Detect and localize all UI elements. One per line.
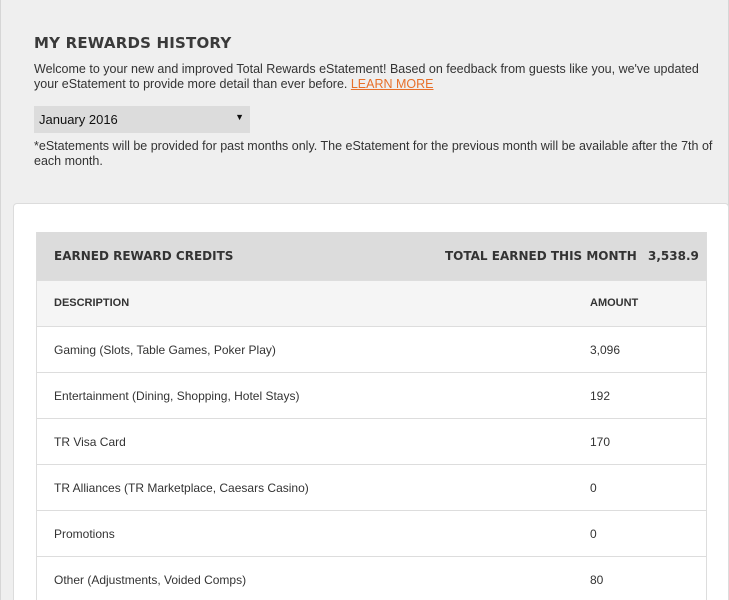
- row-description: Other (Adjustments, Voided Comps): [54, 573, 247, 587]
- table-row: Entertainment (Dining, Shopping, Hotel S…: [37, 372, 706, 418]
- table-row: Promotions 0: [37, 510, 706, 556]
- row-amount: 170: [590, 435, 611, 449]
- earned-credits-table: EARNED REWARD CREDITS TOTAL EARNED THIS …: [36, 232, 707, 600]
- row-description: Gaming (Slots, Table Games, Poker Play): [54, 343, 276, 357]
- table-row: TR Visa Card 170: [37, 418, 706, 464]
- total-earned-value: 3,538.9: [648, 249, 699, 263]
- rewards-history-page: MY REWARDS HISTORY Welcome to your new a…: [0, 0, 729, 600]
- column-header-amount: AMOUNT: [590, 297, 639, 309]
- estatement-note: *eStatements will be provided for past m…: [34, 139, 713, 168]
- month-select[interactable]: January 2016 ▼: [34, 106, 250, 133]
- row-amount: 0: [590, 481, 597, 495]
- earned-credits-header: EARNED REWARD CREDITS TOTAL EARNED THIS …: [37, 232, 706, 280]
- row-description: TR Visa Card: [54, 435, 126, 449]
- total-earned-label: TOTAL EARNED THIS MONTH: [445, 249, 637, 263]
- intro-text: Welcome to your new and improved Total R…: [34, 62, 714, 92]
- table-row: TR Alliances (TR Marketplace, Caesars Ca…: [37, 464, 706, 510]
- table-row: Gaming (Slots, Table Games, Poker Play) …: [37, 326, 706, 372]
- column-header-row: DESCRIPTION AMOUNT: [37, 280, 706, 326]
- row-amount: 80: [590, 573, 604, 587]
- month-select-value: January 2016: [39, 112, 118, 127]
- page-title: MY REWARDS HISTORY: [34, 34, 232, 52]
- row-description: Promotions: [54, 527, 115, 541]
- caret-down-icon: ▼: [235, 112, 244, 122]
- row-amount: 0: [590, 527, 597, 541]
- column-header-description: DESCRIPTION: [54, 297, 130, 309]
- row-amount: 192: [590, 389, 611, 403]
- learn-more-link[interactable]: LEARN MORE: [351, 77, 434, 91]
- row-description: Entertainment (Dining, Shopping, Hotel S…: [54, 389, 300, 403]
- earned-credits-card: EARNED REWARD CREDITS TOTAL EARNED THIS …: [13, 203, 729, 600]
- table-row: Other (Adjustments, Voided Comps) 80: [37, 556, 706, 600]
- row-description: TR Alliances (TR Marketplace, Caesars Ca…: [54, 481, 309, 495]
- row-amount: 3,096: [590, 343, 621, 357]
- section-title: EARNED REWARD CREDITS: [54, 249, 234, 263]
